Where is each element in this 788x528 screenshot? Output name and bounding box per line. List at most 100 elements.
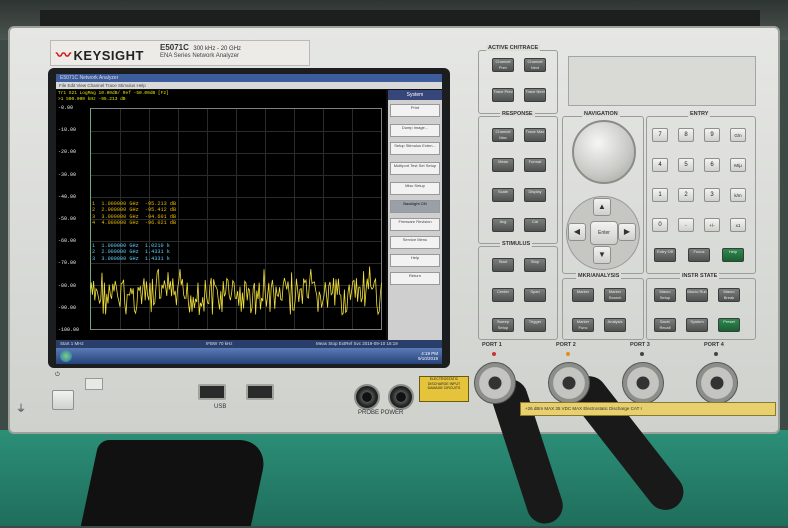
usb-port-2[interactable] xyxy=(246,384,274,400)
taskbar-clock: 4:19 PM 9/10/2019 xyxy=(418,351,438,361)
channel-next-button[interactable]: Channel Next xyxy=(524,58,546,72)
model-label: E5071C 300 kHz - 20 GHz xyxy=(160,43,241,52)
display-screen[interactable]: E5071C Network Analyzer File Edit View C… xyxy=(56,74,442,364)
avg-button[interactable]: Avg xyxy=(492,218,514,232)
focus-button[interactable]: Focus xyxy=(688,248,710,262)
analysis-button[interactable]: Analysis xyxy=(604,318,626,332)
menu-items[interactable]: File Edit View Channel Trace Stimulus He… xyxy=(56,82,442,89)
entry-off-button[interactable]: Entry Off xyxy=(654,248,676,262)
arrow-left-icon[interactable]: ◀ xyxy=(568,223,586,241)
port-1-connector[interactable] xyxy=(474,362,516,404)
trigger-button[interactable]: Trigger xyxy=(524,318,546,332)
port-4-led xyxy=(714,352,718,356)
trace-line xyxy=(90,266,382,316)
probe-power-connector-2[interactable] xyxy=(388,384,414,410)
trace-prev-button[interactable]: Trace Prev xyxy=(492,88,514,102)
cal-button[interactable]: Cal xyxy=(524,218,546,232)
display-button[interactable]: Display xyxy=(524,188,546,202)
y-tick-label: -20.00 xyxy=(58,149,77,156)
preset-button[interactable]: Preset xyxy=(718,318,740,332)
softkey-backlight[interactable]: Backlight ON xyxy=(390,200,440,213)
enter-button[interactable]: Enter xyxy=(590,221,618,245)
arrow-down-icon[interactable]: ▼ xyxy=(593,246,611,264)
instr-state-title: INSTR STATE xyxy=(680,273,720,279)
scale-button[interactable]: Scale xyxy=(492,188,514,202)
softkey-misc-setup[interactable]: Misc Setup xyxy=(390,182,440,195)
trace-header: Tr1 S21 LogMag 10.00dB/ Ref -50.00dB [F2… xyxy=(58,91,169,103)
port-warning-strip: +26 dBm MAX 35 VDC MAX Electrostatic Dis… xyxy=(520,402,776,416)
keysight-wave-icon: 〰 xyxy=(56,47,72,64)
status-ifbw: IFBW 70 kHz xyxy=(206,341,233,346)
rotary-knob[interactable] xyxy=(572,120,636,184)
key-9[interactable]: 9 xyxy=(704,128,720,142)
softkey-multiport-setup[interactable]: Multiport Test Set Setup xyxy=(390,162,440,175)
key-6[interactable]: 6 xyxy=(704,158,720,172)
marker-button[interactable]: Marker xyxy=(572,288,594,302)
key-5[interactable]: 5 xyxy=(678,158,694,172)
port-1-label: PORT 1 xyxy=(482,342,502,348)
key-7[interactable]: 7 xyxy=(652,128,668,142)
center-button[interactable]: Center xyxy=(492,288,514,302)
start-button[interactable] xyxy=(60,350,72,362)
response-group xyxy=(478,116,558,244)
marker-func-button[interactable]: Marker Func xyxy=(572,318,594,332)
y-tick-label: -10.00 xyxy=(58,127,77,134)
port-4-connector[interactable] xyxy=(696,362,738,404)
usb-port-1[interactable] xyxy=(198,384,226,400)
channel-prev-button[interactable]: Channel Prev xyxy=(492,58,514,72)
macro-setup-button[interactable]: Macro Setup xyxy=(654,288,676,302)
macro-run-button[interactable]: Macro Run xyxy=(686,288,708,302)
port-3-connector[interactable] xyxy=(622,362,664,404)
key-8[interactable]: 8 xyxy=(678,128,694,142)
key-mega[interactable]: M/μ xyxy=(730,158,746,172)
brand-name: KEYSIGHT xyxy=(73,48,144,63)
softkey-print[interactable]: Print xyxy=(390,104,440,117)
port-2-connector[interactable] xyxy=(548,362,590,404)
softkey-firmware-revision[interactable]: Firmware Revision xyxy=(390,218,440,231)
menu-bar[interactable]: File Edit View Channel Trace Stimulus He… xyxy=(56,82,442,89)
sweep-setup-button[interactable]: Sweep Setup xyxy=(492,318,514,332)
keysight-logo: 〰 KEYSIGHT xyxy=(56,44,144,65)
key-0[interactable]: 0 xyxy=(652,218,668,232)
format-button[interactable]: Format xyxy=(524,158,546,172)
softkey-help[interactable]: Help xyxy=(390,254,440,267)
probe-power-connector-1[interactable] xyxy=(354,384,380,410)
key-kilo[interactable]: k/m xyxy=(730,188,746,202)
arrow-up-icon[interactable]: ▲ xyxy=(593,198,611,216)
clock-date: 9/10/2019 xyxy=(417,356,438,361)
marker-search-button[interactable]: Marker Search xyxy=(604,288,626,302)
black-bag xyxy=(80,440,270,526)
softkey-return[interactable]: Return xyxy=(390,272,440,285)
arrow-right-icon[interactable]: ▶ xyxy=(618,223,636,241)
span-button[interactable]: Span xyxy=(524,288,546,302)
save-recall-button[interactable]: Save/ Recall xyxy=(654,318,676,332)
key-3[interactable]: 3 xyxy=(704,188,720,202)
softkey-service-menu[interactable]: Service Menu xyxy=(390,236,440,249)
channel-max-button[interactable]: Channel Max xyxy=(492,128,514,142)
marker-readout-secondary: 1 1.000000 GHz 1.0210 k 2 2.000000 GHz 1… xyxy=(92,243,170,262)
key-plus-minus[interactable]: +/- xyxy=(704,218,720,232)
key-4[interactable]: 4 xyxy=(652,158,668,172)
trace-next-button[interactable]: Trace Next xyxy=(524,88,546,102)
entry-title: ENTRY xyxy=(688,111,711,117)
mkr-analysis-title: MKR/ANALYSIS xyxy=(576,273,622,279)
softkey-stimulus-setup[interactable]: Setup Stimulus Exten... xyxy=(390,142,440,155)
help-button[interactable]: Help xyxy=(722,248,744,262)
key-giga[interactable]: G/n xyxy=(730,128,746,142)
start-button-key[interactable]: Start xyxy=(492,258,514,272)
key-x1[interactable]: x1 xyxy=(730,218,746,232)
meas-button[interactable]: Meas xyxy=(492,158,514,172)
trace-max-button[interactable]: Trace Max xyxy=(524,128,546,142)
softkey-dump-image[interactable]: Dump Image... xyxy=(390,124,440,137)
macro-break-button[interactable]: Macro Break xyxy=(718,288,740,302)
port-2-label: PORT 2 xyxy=(556,342,576,348)
softkey-menu: System Print Dump Image... Setup Stimulu… xyxy=(388,90,442,340)
stop-button-key[interactable]: Stop xyxy=(524,258,546,272)
power-button[interactable] xyxy=(52,390,74,410)
system-button[interactable]: System xyxy=(686,318,708,332)
probe-power-label: PROBE POWER xyxy=(358,410,404,416)
esd-warning-label: ELECTROSTATIC DISCHARGE INPUT DAMAGE CIR… xyxy=(419,376,469,402)
key-1[interactable]: 1 xyxy=(652,188,668,202)
key-2[interactable]: 2 xyxy=(678,188,694,202)
key-decimal[interactable]: . xyxy=(678,218,694,232)
